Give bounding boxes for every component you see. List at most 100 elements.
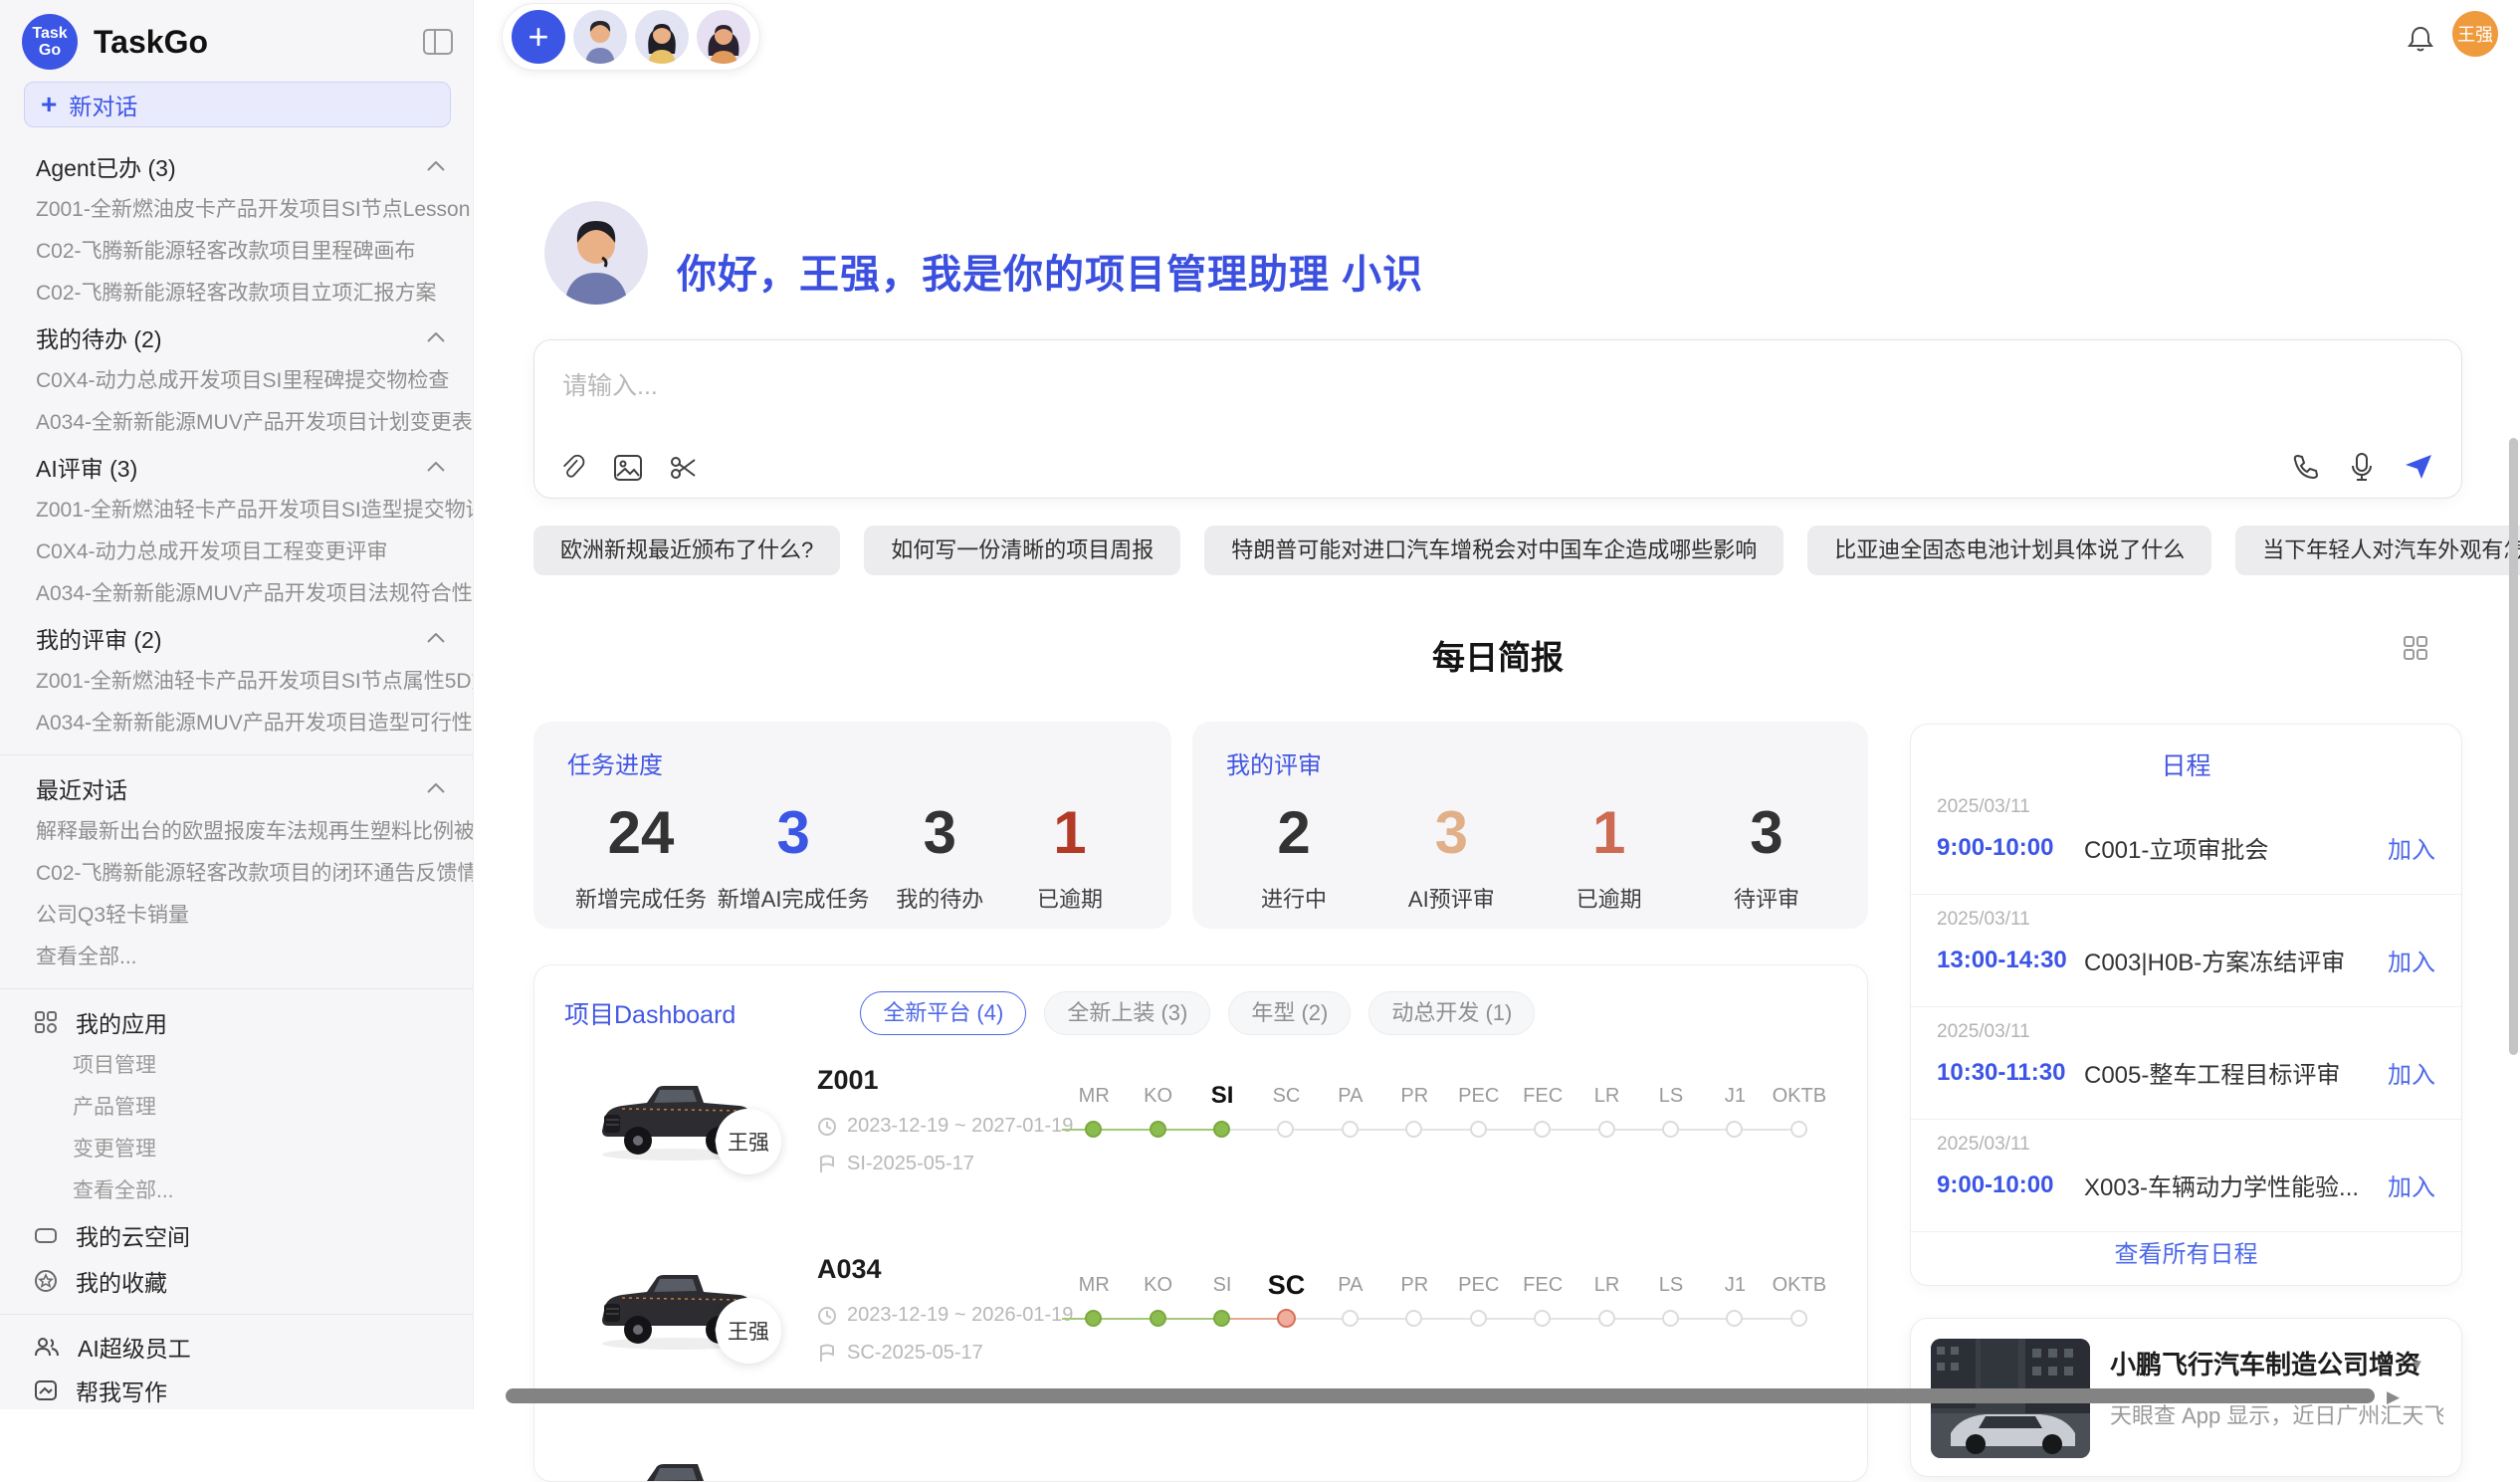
clock-icon [817, 1117, 837, 1137]
stat-value: 3 [1391, 800, 1511, 866]
sidebar-task-item[interactable]: Z001-全新燃油皮卡产品开发项目SI节点Lesson Learn报告 [0, 189, 473, 231]
sidebar-task-item[interactable]: A034-全新新能源MUV产品开发项目造型可行性评审 [0, 703, 473, 744]
my-apps-header[interactable]: 我的应用 [0, 999, 473, 1045]
suggestion-chip[interactable]: 特朗普可能对进口汽车增税会对中国车企造成哪些影响 [1204, 526, 1784, 575]
sidebar-task-item[interactable]: Z001-全新燃油轻卡产品开发项目SI节点属性5D文件评审 [0, 661, 473, 703]
sidebar-task-item[interactable]: Z001-全新燃油轻卡产品开发项目SI造型提交物评审 [0, 490, 473, 531]
project-owner-badge[interactable]: 王强 [716, 1298, 781, 1364]
chevron-up-icon[interactable] [427, 633, 445, 643]
dashboard-tab[interactable]: 年型 (2) [1228, 991, 1351, 1035]
apps-grid-icon [34, 1010, 58, 1034]
sidebar-task-item[interactable]: A034-全新新能源MUV产品开发项目计划变更表编写 [0, 402, 473, 444]
assistant-avatar [544, 201, 648, 305]
milestone-mr: MR [1062, 1081, 1126, 1141]
app-link[interactable]: 变更管理 [0, 1129, 473, 1170]
milestone-sc: SC [1254, 1081, 1318, 1141]
sidebar-task-item[interactable]: A034-全新新能源MUV产品开发项目法规符合性评审 [0, 573, 473, 615]
stat-item: 3 我的待办 [880, 800, 999, 914]
avatar[interactable] [573, 10, 627, 64]
schedule-item[interactable]: 2025/03/11 9:00-10:00 C001-立项审批会 加入 [1911, 782, 2461, 895]
recent-view-all[interactable]: 查看全部... [0, 937, 473, 978]
vertical-scrollbar[interactable] [2509, 438, 2518, 1055]
chevron-up-icon[interactable] [427, 462, 445, 472]
dashboard-tab[interactable]: 全新上装 (3) [1044, 991, 1210, 1035]
dashboard-tab[interactable]: 动总开发 (1) [1368, 991, 1535, 1035]
notification-bell-icon[interactable] [2407, 24, 2434, 59]
section-my-review[interactable]: 我的评审 (2) [0, 615, 473, 661]
suggestion-chip[interactable]: 比亚迪全固态电池计划具体说了什么 [1807, 526, 2211, 575]
ai-super-staff[interactable]: AI超级员工 [0, 1325, 473, 1369]
recent-chat-item[interactable]: 公司Q3轻卡销量 [0, 895, 473, 937]
project-row-partial[interactable] [564, 1441, 1837, 1482]
new-chat-button[interactable]: + 新对话 [24, 82, 451, 127]
stat-item: 3 AI预评审 [1391, 800, 1511, 914]
suggestion-chip[interactable]: 欧洲新规最近颁布了什么? [533, 526, 840, 575]
recent-chat-item[interactable]: 解释最新出台的欧盟报废车法规再生塑料比例被调至15%... [0, 811, 473, 853]
ai-super-staff-label: AI超级员工 [78, 1330, 191, 1364]
scissors-icon[interactable] [670, 454, 698, 482]
chevron-up-icon[interactable] [427, 161, 445, 171]
schedule-item[interactable]: 2025/03/11 9:00-10:00 X003-车辆动力学性能验... 加… [1911, 1120, 2461, 1232]
milestone-ls: LS [1639, 1270, 1703, 1330]
schedule-event-title: C003|H0B-方案冻结评审 [2084, 943, 2388, 977]
section-my-todo[interactable]: 我的待办 (2) [0, 315, 473, 360]
suggestion-chip[interactable]: 当下年轻人对汽车外观有怎样的喜好趋势 [2235, 526, 2520, 575]
my-cloud-space[interactable]: 我的云空间 [0, 1212, 473, 1258]
layout-grid-icon[interactable] [2404, 636, 2427, 665]
collapse-sidebar-icon[interactable] [423, 29, 453, 55]
avatar[interactable] [697, 10, 750, 64]
suggestion-chip[interactable]: 如何写一份清晰的项目周报 [864, 526, 1180, 575]
join-link[interactable]: 加入 [2388, 1167, 2435, 1202]
dashboard-tab[interactable]: 全新平台 (4) [860, 991, 1026, 1035]
help-me-write[interactable]: 帮我写作 [0, 1369, 473, 1409]
schedule-title: 日程 [1911, 746, 2461, 782]
app-logo: Task Go [22, 14, 78, 70]
user-avatar[interactable]: 王强 [2452, 11, 2498, 57]
chevron-up-icon[interactable] [427, 332, 445, 342]
stat-label: 已逾期 [1550, 882, 1669, 914]
milestone-lr: LR [1575, 1270, 1638, 1330]
milestone-pec: PEC [1447, 1081, 1511, 1141]
avatar[interactable] [635, 10, 689, 64]
app-link[interactable]: 项目管理 [0, 1045, 473, 1087]
sidebar-task-item[interactable]: C02-飞腾新能源轻客改款项目立项汇报方案 [0, 273, 473, 315]
project-name[interactable]: A034 [817, 1254, 882, 1285]
milestone-pr: PR [1382, 1081, 1446, 1141]
schedule-item[interactable]: 2025/03/11 10:30-11:30 C005-整车工程目标评审 加入 [1911, 1007, 2461, 1120]
section-recent-chats[interactable]: 最近对话 [0, 765, 473, 811]
join-link[interactable]: 加入 [2388, 830, 2435, 865]
sidebar-task-item[interactable]: C02-飞腾新能源轻客改款项目里程碑画布 [0, 231, 473, 273]
section-agent-done[interactable]: Agent已办 (3) [0, 143, 473, 189]
dashboard-title[interactable]: 项目Dashboard [564, 995, 735, 1031]
recent-chat-item[interactable]: C02-飞腾新能源轻客改款项目的闭环通告反馈情况 [0, 853, 473, 895]
chat-input-box[interactable]: 请输入... [533, 339, 2462, 499]
microphone-icon[interactable] [2350, 452, 2374, 482]
app-link[interactable]: 产品管理 [0, 1087, 473, 1129]
sidebar-task-item[interactable]: C0X4-动力总成开发项目工程变更评审 [0, 531, 473, 573]
attachment-icon[interactable] [560, 454, 586, 482]
apps-view-all[interactable]: 查看全部... [0, 1170, 473, 1212]
schedule-item[interactable]: 2025/03/11 13:00-14:30 C003|H0B-方案冻结评审 加… [1911, 895, 2461, 1007]
section-ai-review[interactable]: AI评审 (3) [0, 444, 473, 490]
project-row[interactable]: 王强 Z001 2023-12-19 ~ 2027-01-19 SI-2025-… [564, 1063, 1837, 1224]
card-title[interactable]: 我的评审 [1226, 745, 1834, 780]
image-icon[interactable] [614, 455, 642, 481]
horizontal-scrollbar[interactable] [506, 1388, 2375, 1403]
view-all-schedule-link[interactable]: 查看所有日程 [1911, 1234, 2461, 1269]
card-title[interactable]: 任务进度 [567, 745, 1138, 780]
phone-call-icon[interactable] [2292, 453, 2320, 481]
stat-value: 3 [718, 800, 870, 866]
sidebar-task-item[interactable]: C0X4-动力总成开发项目SI里程碑提交物检查 [0, 360, 473, 402]
new-session-button[interactable]: + [512, 10, 565, 64]
project-owner-badge[interactable]: 王强 [716, 1109, 781, 1174]
app-title: TaskGo [94, 24, 423, 61]
project-name[interactable]: Z001 [817, 1065, 879, 1096]
stat-value: 3 [1707, 800, 1826, 866]
join-link[interactable]: 加入 [2388, 943, 2435, 977]
scroll-down-arrow[interactable]: ▼ [2410, 1357, 2424, 1374]
my-favorites[interactable]: 我的收藏 [0, 1258, 473, 1304]
send-icon[interactable] [2404, 453, 2433, 481]
scroll-right-arrow[interactable]: ▶ [2387, 1387, 2400, 1407]
chevron-up-icon[interactable] [427, 783, 445, 793]
join-link[interactable]: 加入 [2388, 1055, 2435, 1090]
